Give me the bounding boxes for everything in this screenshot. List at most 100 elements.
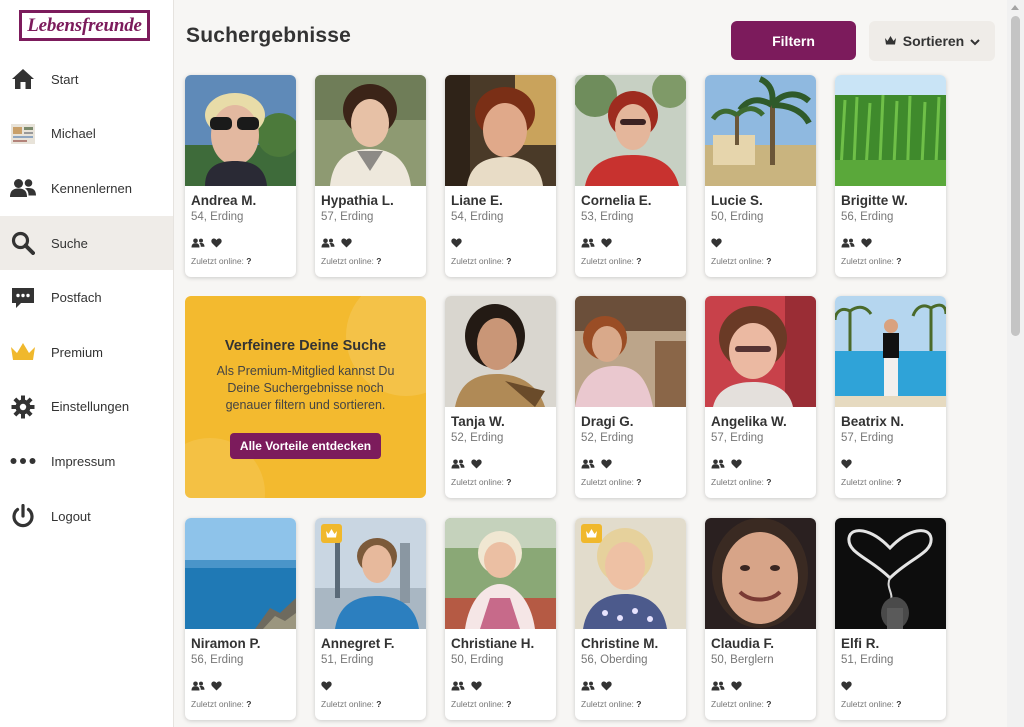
profile-age-location: 51, Erding (321, 654, 374, 666)
profile-card[interactable]: Cornelia E. 53, Erding Zuletzt online: ? (575, 75, 686, 277)
sidebar-item-premium[interactable]: Premium (0, 325, 173, 380)
profile-photo[interactable] (315, 518, 426, 629)
profile-card[interactable]: Brigitte W. 56, Erding Zuletzt online: ? (835, 75, 946, 277)
profile-age-location: 57, Erding (711, 432, 764, 444)
profile-photo[interactable] (185, 518, 296, 629)
profile-photo[interactable] (705, 518, 816, 629)
profile-card[interactable]: Hypathia L. 57, Erding Zuletzt online: ? (315, 75, 426, 277)
sidebar-item-label: Einstellungen (51, 399, 130, 415)
group-icon (581, 235, 595, 253)
profile-icons (711, 235, 722, 253)
sidebar-item-suche[interactable]: Suche (0, 215, 173, 271)
profile-photo[interactable] (835, 75, 946, 186)
profile-card[interactable]: Christiane H. 50, Erding Zuletzt online: ? (445, 518, 556, 720)
profile-name: Christine M. (581, 636, 659, 651)
profile-photo[interactable] (575, 296, 686, 407)
last-online-value: ? (766, 477, 772, 487)
profile-icons (581, 678, 612, 696)
profile-name: Tanja W. (451, 414, 505, 429)
profile-card[interactable]: Annegret F. 51, Erding Zuletzt online: ? (315, 518, 426, 720)
profile-name: Annegret F. (321, 636, 395, 651)
logo[interactable]: Lebensfreunde (19, 10, 150, 41)
profile-icons (321, 235, 352, 253)
profile-icons (451, 235, 462, 253)
scroll-up-arrow[interactable] (1011, 5, 1019, 10)
last-online-label: Zuletzt online: (451, 477, 504, 487)
sidebar-item-logout[interactable]: Logout (0, 489, 173, 544)
message-icon (10, 285, 36, 311)
profile-photo[interactable] (445, 518, 556, 629)
last-online-value: ? (506, 699, 512, 709)
profile-photo[interactable] (835, 296, 946, 407)
profile-icons (581, 235, 612, 253)
profile-age-location: 56, Erding (841, 211, 894, 223)
profile-name: Dragi G. (581, 414, 634, 429)
profile-card[interactable]: Claudia F. 50, Berglern Zuletzt online: ? (705, 518, 816, 720)
sort-button-label: Sortieren (902, 33, 965, 49)
last-online: Zuletzt online: ? (321, 699, 382, 709)
profile-card[interactable]: Andrea M. 54, Erding Zuletzt online: ? (185, 75, 296, 277)
scrollbar[interactable] (1007, 0, 1024, 727)
profile-icons (711, 456, 742, 474)
profile-icons (321, 678, 332, 696)
heart-icon (711, 235, 722, 253)
profile-name: Brigitte W. (841, 193, 908, 208)
last-online: Zuletzt online: ? (581, 477, 642, 487)
profile-name: Claudia F. (711, 636, 775, 651)
sidebar-item-start[interactable]: Start (0, 52, 173, 107)
last-online: Zuletzt online: ? (451, 477, 512, 487)
profile-name: Angelika W. (711, 414, 787, 429)
page-title: Suchergebnisse (186, 24, 352, 47)
heart-icon (731, 456, 742, 474)
last-online-value: ? (636, 256, 642, 266)
crown-icon (10, 339, 36, 365)
premium-benefits-button[interactable]: Alle Vorteile entdecken (230, 433, 381, 459)
profile-card[interactable]: Lucie S. 50, Erding Zuletzt online: ? (705, 75, 816, 277)
profile-photo[interactable] (835, 518, 946, 629)
scroll-thumb[interactable] (1011, 16, 1020, 336)
last-online: Zuletzt online: ? (191, 699, 252, 709)
sidebar-item-einstellungen[interactable]: Einstellungen (0, 380, 173, 435)
last-online-value: ? (896, 699, 902, 709)
profile-photo[interactable] (315, 75, 426, 186)
group-icon (581, 678, 595, 696)
heart-icon (601, 235, 612, 253)
profile-name: Niramon P. (191, 636, 261, 651)
profile-photo[interactable] (445, 296, 556, 407)
profile-photo[interactable] (705, 296, 816, 407)
profile-card[interactable]: Christine M. 56, Oberding Zuletzt online: … (575, 518, 686, 720)
heart-icon (211, 235, 222, 253)
profile-card[interactable]: Liane E. 54, Erding Zuletzt online: ? (445, 75, 556, 277)
sidebar-item-postfach[interactable]: Postfach (0, 270, 173, 325)
last-online-value: ? (506, 477, 512, 487)
profile-photo[interactable] (705, 75, 816, 186)
last-online: Zuletzt online: ? (841, 256, 902, 266)
profile-card[interactable]: Elfi R. 51, Erding Zuletzt online: ? (835, 518, 946, 720)
profile-age-location: 54, Erding (451, 211, 504, 223)
profile-photo[interactable] (575, 75, 686, 186)
profile-age-location: 57, Erding (841, 432, 894, 444)
profile-name: Christiane H. (451, 636, 535, 651)
profile-photo[interactable] (575, 518, 686, 629)
profile-card[interactable]: Beatrix N. 57, Erding Zuletzt online: ? (835, 296, 946, 498)
profile-card[interactable]: Tanja W. 52, Erding Zuletzt online: ? (445, 296, 556, 498)
profile-card[interactable]: Niramon P. 56, Erding Zuletzt online: ? (185, 518, 296, 720)
profile-age-location: 50, Erding (451, 654, 504, 666)
profile-icons (841, 456, 852, 474)
last-online-label: Zuletzt online: (191, 256, 244, 266)
last-online-value: ? (896, 256, 902, 266)
filter-button[interactable]: Filtern (731, 21, 856, 60)
sidebar-item-profile[interactable]: Michael (0, 107, 173, 162)
last-online-label: Zuletzt online: (321, 256, 374, 266)
search-icon (10, 230, 36, 256)
profile-photo[interactable] (445, 75, 556, 186)
sort-button[interactable]: Sortieren (869, 21, 995, 61)
last-online-value: ? (246, 699, 252, 709)
sidebar-item-impressum[interactable]: Impressum (0, 434, 173, 489)
profile-card[interactable]: Angelika W. 57, Erding Zuletzt online: ? (705, 296, 816, 498)
profile-photo[interactable] (185, 75, 296, 186)
last-online-label: Zuletzt online: (581, 699, 634, 709)
profile-card[interactable]: Dragi G. 52, Erding Zuletzt online: ? (575, 296, 686, 498)
sidebar-item-kennenlernen[interactable]: Kennenlernen (0, 161, 173, 216)
profile-name: Lucie S. (711, 193, 763, 208)
